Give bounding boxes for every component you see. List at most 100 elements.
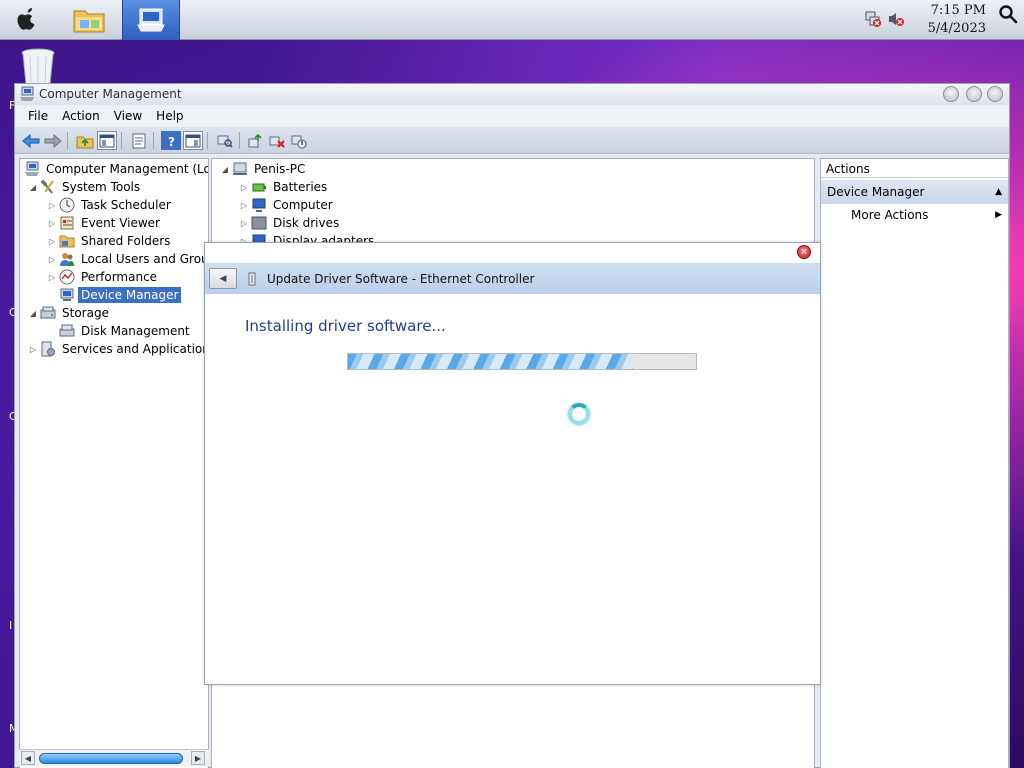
uninstall-device-button[interactable] — [267, 131, 287, 150]
disable-device-button[interactable] — [289, 131, 309, 150]
disk-management-icon — [59, 324, 75, 337]
collapse-arrow-icon[interactable]: ◢ — [28, 309, 38, 318]
help-icon: ? — [168, 135, 175, 148]
tools-icon — [40, 179, 54, 194]
device-tree-root[interactable]: ◢ Penis-PC — [220, 160, 308, 178]
zoom-button[interactable] — [966, 86, 982, 102]
menu-view[interactable]: View — [107, 109, 149, 123]
tree-item-system-tools[interactable]: ◢ System Tools — [28, 178, 143, 196]
actions-section-device-manager[interactable]: Device Manager ▲ — [821, 180, 1008, 204]
clock-date: 5/4/2023 — [927, 21, 986, 36]
dialog-titlebar[interactable]: × — [205, 243, 820, 263]
taskbar-file-explorer-button[interactable] — [60, 0, 118, 40]
progress-fill — [348, 354, 634, 369]
device-tree-root-label: Penis-PC — [254, 162, 306, 176]
actions-header: Actions — [821, 159, 1008, 178]
minimize-button[interactable] — [943, 86, 959, 102]
tree-item-device-manager[interactable]: Device Manager — [47, 286, 182, 304]
tree-item-performance[interactable]: ▷ Performance — [47, 268, 160, 286]
expand-arrow-icon[interactable]: ▷ — [47, 237, 57, 246]
more-actions-label: More Actions — [851, 208, 929, 222]
scan-hardware-icon — [217, 135, 233, 148]
submenu-arrow-icon: ▶ — [995, 210, 1002, 220]
back-button[interactable] — [21, 131, 41, 150]
show-hide-console-tree-button[interactable] — [97, 131, 117, 150]
busy-spinner-icon — [568, 403, 590, 425]
clock-time: 7:15 PM — [930, 3, 986, 18]
expand-arrow-icon[interactable]: ▷ — [47, 255, 57, 264]
tree-item-event-viewer[interactable]: ▷ Event Viewer — [47, 214, 163, 232]
properties-button[interactable] — [129, 131, 149, 150]
services-icon — [41, 341, 55, 357]
actions-pane: Actions Device Manager ▲ More Actions ▶ — [820, 158, 1009, 768]
scroll-thumb[interactable] — [39, 753, 183, 764]
close-window-button[interactable] — [987, 86, 1003, 102]
svg-text:?: ? — [168, 135, 175, 148]
search-icon[interactable] — [998, 4, 1018, 24]
tree-item-shared-folders[interactable]: ▷ Shared Folders — [47, 232, 173, 250]
help-button[interactable]: ? — [161, 131, 181, 150]
menu-help[interactable]: Help — [149, 109, 190, 123]
taskbar-computer-management-button[interactable] — [122, 0, 180, 40]
storage-icon — [40, 306, 56, 319]
expand-arrow-icon[interactable]: ▷ — [47, 273, 57, 282]
scroll-left-button[interactable]: ◀ — [21, 751, 35, 765]
tree-item-label: Event Viewer — [81, 216, 160, 230]
expand-arrow-icon[interactable]: ▷ — [47, 201, 57, 210]
trash-icon[interactable] — [20, 48, 56, 86]
menu-action[interactable]: Action — [55, 109, 107, 123]
forward-button[interactable] — [43, 131, 63, 150]
top-menu-bar: 7:15 PM 5/4/2023 — [0, 0, 1024, 40]
computer-management-icon — [25, 161, 39, 176]
more-actions-item[interactable]: More Actions ▶ — [821, 204, 1008, 226]
device-category-label: Batteries — [273, 180, 328, 194]
tree-item-disk-management[interactable]: Disk Management — [47, 322, 193, 340]
collapse-caret-icon[interactable]: ▲ — [995, 187, 1002, 197]
scan-hardware-button[interactable] — [215, 131, 235, 150]
tree-item-task-scheduler[interactable]: ▷ Task Scheduler — [47, 196, 174, 214]
device-manager-icon — [60, 288, 74, 301]
tree-item-services-and-applications[interactable]: ▷ Services and Applications — [28, 340, 209, 358]
device-category-disk-drives[interactable]: ▷ Disk drives — [239, 214, 342, 232]
action-pane-icon — [185, 134, 201, 147]
ethernet-device-icon — [248, 272, 256, 285]
arrow-right-icon — [44, 133, 62, 148]
folder-up-icon — [76, 136, 94, 148]
window-titlebar[interactable]: Computer Management — [15, 84, 1009, 105]
tree-item-label: Storage — [62, 306, 109, 320]
tree-item-label: Computer Management (Local — [46, 162, 209, 176]
collapse-arrow-icon[interactable]: ◢ — [220, 165, 230, 174]
show-hide-action-pane-button[interactable] — [183, 131, 203, 150]
close-icon[interactable]: × — [797, 245, 811, 259]
device-category-computer[interactable]: ▷ Computer — [239, 196, 336, 214]
volume-muted-icon[interactable] — [887, 10, 905, 28]
clock[interactable]: 7:15 PM 5/4/2023 — [928, 2, 986, 38]
tree-item-label: Services and Applications — [62, 342, 209, 356]
collapse-arrow-icon[interactable]: ◢ — [28, 183, 38, 192]
console-tree-icon — [99, 134, 115, 147]
expand-arrow-icon[interactable]: ▷ — [47, 219, 57, 228]
install-status-text: Installing driver software... — [245, 317, 446, 335]
tree-item-computer-management[interactable]: Computer Management (Local — [22, 160, 209, 178]
up-folder-button[interactable] — [75, 131, 95, 150]
tree-item-local-users-and-groups[interactable]: ▷ Local Users and Groups — [47, 250, 208, 268]
expand-arrow-icon[interactable]: ▷ — [239, 183, 249, 192]
tree-item-label: System Tools — [62, 180, 141, 194]
device-category-label: Computer — [273, 198, 333, 212]
computer-icon — [233, 162, 247, 175]
scroll-right-button[interactable]: ▶ — [191, 751, 205, 765]
menu-file[interactable]: File — [21, 109, 55, 123]
tree-horizontal-scrollbar[interactable]: ◀ ▶ — [19, 749, 209, 766]
back-button[interactable]: ◀ — [209, 268, 237, 289]
update-driver-button[interactable] — [245, 131, 265, 150]
expand-arrow-icon[interactable]: ▷ — [239, 219, 249, 228]
tree-item-label: Shared Folders — [81, 234, 171, 248]
expand-arrow-icon[interactable]: ▷ — [28, 345, 38, 354]
folder-icon — [73, 10, 105, 33]
tree-item-storage[interactable]: ◢ Storage — [28, 304, 112, 322]
expand-arrow-icon[interactable]: ▷ — [239, 201, 249, 210]
device-category-batteries[interactable]: ▷ Batteries — [239, 178, 330, 196]
disable-device-icon — [291, 135, 307, 148]
network-disconnected-icon[interactable] — [864, 10, 882, 28]
apple-logo-icon[interactable] — [16, 7, 38, 31]
